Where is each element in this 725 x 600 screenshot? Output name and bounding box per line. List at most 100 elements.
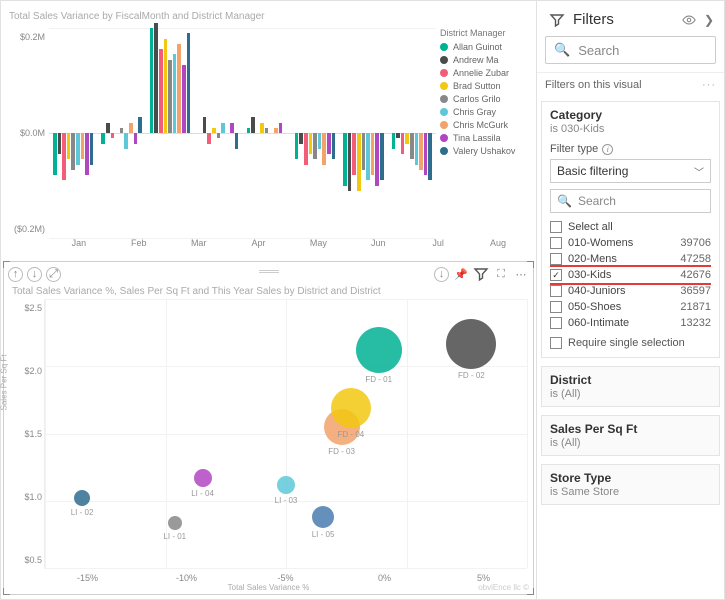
bar[interactable] <box>375 28 379 238</box>
bar[interactable] <box>81 28 85 238</box>
bar[interactable] <box>260 28 264 238</box>
bar[interactable] <box>62 28 66 238</box>
legend-item[interactable]: Chris McGurk <box>440 120 528 130</box>
bar[interactable] <box>299 28 303 238</box>
bar[interactable] <box>138 28 142 238</box>
bar[interactable] <box>352 28 356 238</box>
bubble-chart-visual[interactable]: ↑ ↓ ⤢ ↓ 📌 ⛶ ⋯ Total Sales Variance %, Sa… <box>3 261 534 595</box>
legend-item[interactable]: Andrew Ma <box>440 55 528 65</box>
bar[interactable] <box>318 28 322 238</box>
bar[interactable] <box>424 28 428 238</box>
checkbox[interactable] <box>550 253 562 265</box>
checkbox[interactable] <box>550 285 562 297</box>
bar[interactable] <box>401 28 405 238</box>
bar[interactable] <box>348 28 352 238</box>
bar[interactable] <box>154 28 158 238</box>
checkbox[interactable] <box>550 221 562 233</box>
bar[interactable] <box>279 28 283 238</box>
bar[interactable] <box>396 28 400 238</box>
pin-icon[interactable]: 📌 <box>453 266 469 282</box>
category-option[interactable]: 010-Womens39706 <box>550 235 711 251</box>
bar[interactable] <box>159 28 163 238</box>
bar[interactable] <box>90 28 94 238</box>
category-option[interactable]: ✓030-Kids42676 <box>550 267 711 283</box>
bar[interactable] <box>71 28 75 238</box>
bar[interactable] <box>251 28 255 238</box>
bar[interactable] <box>322 28 326 238</box>
bar[interactable] <box>115 28 119 238</box>
bubble[interactable] <box>356 327 402 373</box>
bar[interactable] <box>309 28 313 238</box>
filter-icon[interactable] <box>473 266 489 282</box>
bar[interactable] <box>265 28 269 238</box>
bar[interactable] <box>343 28 347 238</box>
bar[interactable] <box>313 28 317 238</box>
bar[interactable] <box>67 28 71 238</box>
drill-up-icon[interactable]: ↑ <box>8 267 23 282</box>
category-option[interactable]: 050-Shoes21871 <box>550 299 711 315</box>
expand-all-icon[interactable]: ⤢ <box>46 267 61 282</box>
bar[interactable] <box>362 28 366 238</box>
collapse-pane-icon[interactable]: ❯ <box>704 13 714 27</box>
filter-card-sales-per-sqft[interactable]: Sales Per Sq Ft is (All) <box>541 415 720 456</box>
bubble[interactable] <box>277 476 295 494</box>
bar[interactable] <box>85 28 89 238</box>
bar[interactable] <box>230 28 234 238</box>
more-options-icon[interactable]: ⋯ <box>513 266 529 282</box>
resize-handle[interactable] <box>3 588 10 595</box>
legend-item[interactable]: Valery Ushakov <box>440 146 528 156</box>
bar[interactable] <box>247 28 251 238</box>
bar[interactable] <box>226 28 230 238</box>
bar[interactable] <box>235 28 239 238</box>
category-option[interactable]: 060-Intimate13232 <box>550 315 711 331</box>
bar[interactable] <box>357 28 361 238</box>
bar[interactable] <box>129 28 133 238</box>
category-option[interactable]: 020-Mens47258 <box>550 251 711 267</box>
bar[interactable] <box>410 28 414 238</box>
legend-item[interactable]: Annelie Zubar <box>440 68 528 78</box>
section-more-icon[interactable]: ··· <box>702 79 716 91</box>
bar[interactable] <box>76 28 80 238</box>
bar[interactable] <box>198 28 202 238</box>
checkbox[interactable] <box>550 301 562 313</box>
eye-icon[interactable] <box>682 13 696 27</box>
checkbox[interactable] <box>550 317 562 329</box>
bar[interactable] <box>332 28 336 238</box>
bar[interactable] <box>269 28 273 238</box>
bar[interactable] <box>134 28 138 238</box>
export-icon[interactable]: ↓ <box>434 267 449 282</box>
bubble[interactable] <box>312 506 334 528</box>
bar[interactable] <box>295 28 299 238</box>
select-all-row[interactable]: Select all <box>550 219 711 235</box>
bar[interactable] <box>415 28 419 238</box>
bar[interactable] <box>207 28 211 238</box>
bubble[interactable] <box>331 388 371 428</box>
info-icon[interactable]: i <box>602 144 613 155</box>
legend-item[interactable]: Carlos Grilo <box>440 94 528 104</box>
filter-card-store-type[interactable]: Store Type is Same Store <box>541 464 720 505</box>
bar[interactable] <box>419 28 423 238</box>
bubble[interactable] <box>168 516 182 530</box>
bar[interactable] <box>111 28 115 238</box>
legend-item[interactable]: Tina Lassila <box>440 133 528 143</box>
bar[interactable] <box>177 28 181 238</box>
bar[interactable] <box>392 28 396 238</box>
filter-card-district[interactable]: District is (All) <box>541 366 720 407</box>
bar[interactable] <box>380 28 384 238</box>
filters-search-input[interactable]: 🔍 Search <box>545 36 716 64</box>
bar[interactable] <box>164 28 168 238</box>
bar[interactable] <box>53 28 57 238</box>
bar[interactable] <box>212 28 216 238</box>
legend-item[interactable]: Brad Sutton <box>440 81 528 91</box>
bar[interactable] <box>150 28 154 238</box>
legend-item[interactable]: Allan Guinot <box>440 42 528 52</box>
require-single-selection[interactable]: Require single selection <box>550 337 711 349</box>
bar[interactable] <box>182 28 186 238</box>
bar[interactable] <box>428 28 432 238</box>
bubble[interactable] <box>194 469 212 487</box>
filter-type-select[interactable]: Basic filtering ﹀ <box>550 159 711 183</box>
bar[interactable] <box>173 28 177 238</box>
bar[interactable] <box>327 28 331 238</box>
bar[interactable] <box>106 28 110 238</box>
bar[interactable] <box>274 28 278 238</box>
